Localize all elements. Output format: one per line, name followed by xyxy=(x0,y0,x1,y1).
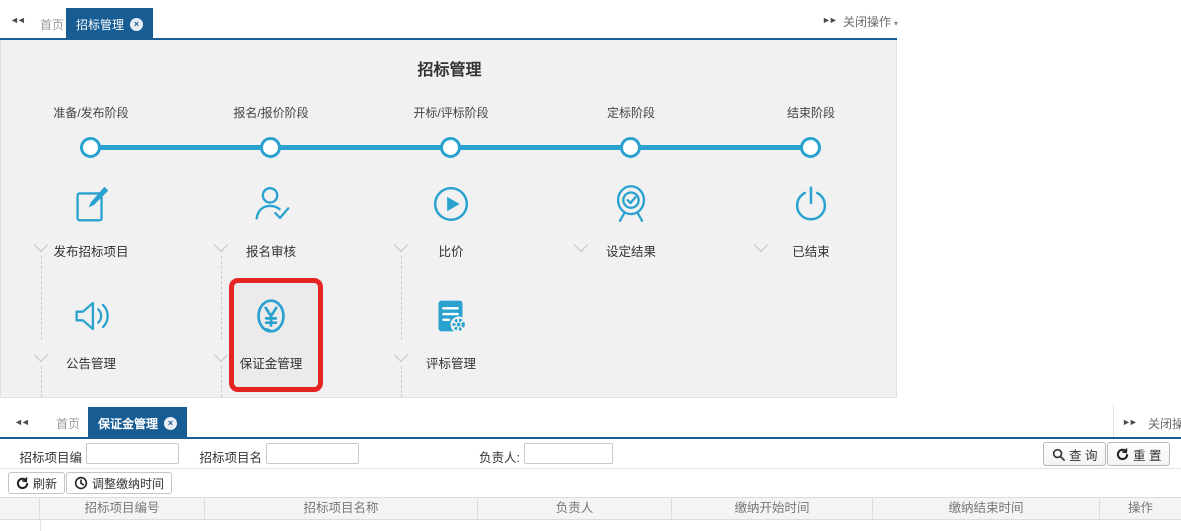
speaker-icon xyxy=(1,292,181,340)
table-header-project-code: 招标项目编号 xyxy=(40,498,205,519)
table-header-owner: 负责人 xyxy=(478,498,672,519)
flow-item-set-result[interactable]: 设定结果 xyxy=(541,180,721,260)
page-title: 招标管理 xyxy=(1,56,898,80)
scroll-tabs-left-icon[interactable]: ◄◄ xyxy=(10,15,24,25)
scroll-tabs-right-icon[interactable]: ►► xyxy=(1122,417,1136,427)
tab-deposit-management[interactable]: 保证金管理 × xyxy=(88,407,187,439)
adjust-payment-time-button[interactable]: 调整缴纳时间 xyxy=(66,472,172,494)
flow-item-evaluation-management[interactable]: 评标管理 xyxy=(361,292,541,372)
tab-label: 首页 xyxy=(56,415,80,432)
flow-item-label: 评标管理 xyxy=(361,353,541,372)
user-check-icon xyxy=(181,180,361,228)
table-header-actions: 操作 xyxy=(1100,498,1181,519)
tabbar-divider xyxy=(1113,405,1114,437)
stage-label-prepare: 准备/发布阶段 xyxy=(1,104,181,121)
close-operations-label: 关闭操作 xyxy=(843,15,891,29)
table-header-row: 招标项目编号 招标项目名称 负责人 缴纳开始时间 缴纳结束时间 操作 xyxy=(0,497,1181,520)
power-icon xyxy=(721,180,901,228)
table-header-pay-start: 缴纳开始时间 xyxy=(672,498,873,519)
refresh-button[interactable]: 刷新 xyxy=(8,472,65,494)
close-tab-icon[interactable]: × xyxy=(130,18,143,31)
table-body-divider xyxy=(40,520,41,531)
refresh-button-label: 刷新 xyxy=(33,475,57,492)
flow-item-label: 已结束 xyxy=(721,241,901,260)
timeline-node xyxy=(80,137,101,158)
flow-item-label: 公告管理 xyxy=(1,353,181,372)
flow-item-publish-project[interactable]: 发布招标项目 xyxy=(1,180,181,260)
close-operations-label: 关闭操作 xyxy=(1148,417,1181,431)
reset-button-label: 重 置 xyxy=(1133,445,1161,464)
adjust-payment-time-label: 调整缴纳时间 xyxy=(92,475,164,492)
flow-item-price-compare[interactable]: 比价 xyxy=(361,180,541,260)
flow-item-deposit-management[interactable]: 保证金管理 xyxy=(181,292,361,372)
project-code-input[interactable] xyxy=(86,443,179,464)
screen: ◄◄ 首页 招标管理 × ►► 关闭操作▾ 招标管理 准备/发布阶段 报名/报价… xyxy=(0,0,1181,531)
scroll-tabs-right-icon[interactable]: ►► xyxy=(822,15,836,25)
table-header-select xyxy=(0,498,40,519)
doc-gear-icon xyxy=(361,292,541,340)
flow-item-label: 报名审核 xyxy=(181,241,361,260)
top-tabbar: ◄◄ 首页 招标管理 × ►► 关闭操作▾ xyxy=(0,0,897,40)
timeline-node xyxy=(260,137,281,158)
table-header-pay-end: 缴纳结束时间 xyxy=(873,498,1100,519)
tab-label: 保证金管理 xyxy=(98,415,158,432)
flow-item-announcement-management[interactable]: 公告管理 xyxy=(1,292,181,372)
grid-toolbar: 刷新 调整缴纳时间 xyxy=(0,469,1181,497)
refresh-icon xyxy=(16,477,29,490)
flow-item-ended[interactable]: 已结束 xyxy=(721,180,901,260)
stage-label-finish: 结束阶段 xyxy=(721,104,901,121)
stage-label-signup: 报名/报价阶段 xyxy=(181,104,361,121)
owner-label: 负责人: xyxy=(466,447,520,466)
stage-label-award: 定标阶段 xyxy=(541,104,721,121)
flow-item-label: 保证金管理 xyxy=(181,353,361,372)
timeline-node xyxy=(440,137,461,158)
edit-icon xyxy=(1,180,181,228)
table-header-project-name: 招标项目名称 xyxy=(205,498,478,519)
tab-label: 招标管理 xyxy=(76,16,124,33)
reset-button[interactable]: 重 置 xyxy=(1107,442,1170,466)
flow-item-signup-review[interactable]: 报名审核 xyxy=(181,180,361,260)
medal-check-icon xyxy=(541,180,721,228)
query-button-label: 查 询 xyxy=(1069,445,1097,464)
flow-item-label: 比价 xyxy=(361,241,541,260)
close-operations-dropdown[interactable]: 关闭操作 xyxy=(1148,415,1181,432)
query-button[interactable]: 查 询 xyxy=(1043,442,1106,466)
reset-icon xyxy=(1116,448,1129,461)
chevron-down-icon: ▾ xyxy=(894,19,898,28)
stage-label-open: 开标/评标阶段 xyxy=(361,104,541,121)
project-name-input[interactable] xyxy=(266,443,359,464)
tab-bidding-management[interactable]: 招标管理 × xyxy=(66,8,153,40)
close-operations-dropdown[interactable]: 关闭操作▾ xyxy=(843,13,898,30)
close-tab-icon[interactable]: × xyxy=(164,417,177,430)
tab-home-bottom[interactable]: 首页 xyxy=(44,407,92,439)
play-circle-icon xyxy=(361,180,541,228)
flow-item-label: 设定结果 xyxy=(541,241,721,260)
flow-item-label: 发布招标项目 xyxy=(1,241,181,260)
bidding-flow-panel: 招标管理 准备/发布阶段 报名/报价阶段 开标/评标阶段 定标阶段 结束阶段 xyxy=(0,40,897,398)
yuan-coin-icon xyxy=(181,292,361,340)
tab-label: 首页 xyxy=(40,16,64,33)
timeline-node xyxy=(620,137,641,158)
timeline-node xyxy=(800,137,821,158)
search-icon xyxy=(1052,448,1065,461)
scroll-tabs-left-icon[interactable]: ◄◄ xyxy=(14,417,28,427)
clock-icon xyxy=(74,476,88,490)
bottom-tabbar: ◄◄ 首页 保证金管理 × ►► 关闭操作 xyxy=(0,405,1181,439)
owner-input[interactable] xyxy=(524,443,613,464)
search-filter-bar: 招标项目编号: 招标项目名称: 负责人: 查 询 重 置 xyxy=(0,439,1181,469)
